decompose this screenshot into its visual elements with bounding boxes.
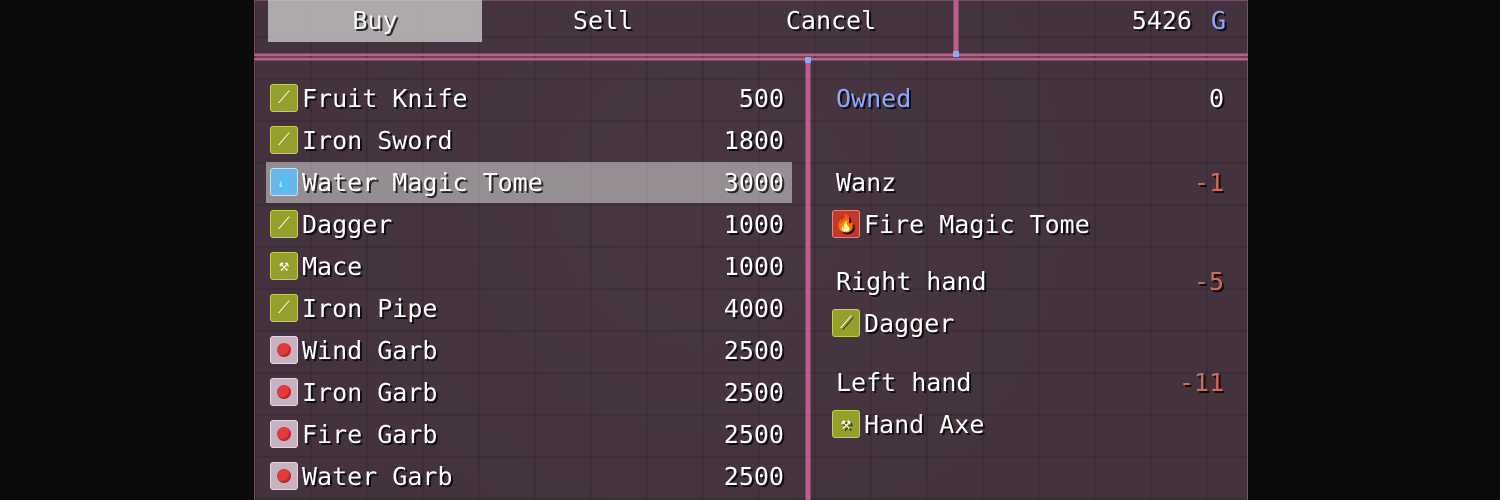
actor-item-name: Fire Magic Tome bbox=[864, 210, 1090, 239]
item-name: Water Garb bbox=[302, 462, 453, 491]
actor-line: Wanz -1 bbox=[836, 163, 1224, 203]
item-price: 4000 bbox=[723, 294, 784, 323]
item-name: Fire Garb bbox=[302, 420, 438, 449]
pipe-icon: ⟋ bbox=[270, 294, 298, 322]
item-name: Wind Garb bbox=[302, 336, 438, 365]
left-hand-item: ⚒ Hand Axe bbox=[832, 405, 984, 445]
item-price: 1000 bbox=[723, 210, 784, 239]
garb-icon bbox=[270, 378, 298, 406]
command-window: Buy Sell Cancel bbox=[254, 0, 956, 56]
shop-item-row[interactable]: ⟋ Iron Sword 1800 bbox=[266, 120, 792, 161]
item-price: 1000 bbox=[723, 252, 784, 281]
shop-item-row[interactable]: ⟋ Fruit Knife 500 bbox=[266, 78, 792, 119]
item-price: 2500 bbox=[723, 336, 784, 365]
shop-item-row-selected[interactable]: 💧 Water Magic Tome 3000 bbox=[266, 162, 792, 203]
shop-item-row[interactable]: Fire Garb 2500 bbox=[266, 414, 792, 455]
item-name: Iron Sword bbox=[302, 126, 453, 155]
window-joint-marker bbox=[805, 57, 811, 63]
item-name: Iron Pipe bbox=[302, 294, 438, 323]
item-price: 3000 bbox=[723, 168, 784, 197]
cancel-command[interactable]: Cancel bbox=[724, 0, 938, 42]
axe-icon: ⚒ bbox=[832, 410, 860, 438]
right-hand-line: Right hand -5 bbox=[836, 262, 1224, 302]
gold-amount: 5426 bbox=[1131, 6, 1192, 35]
item-price: 2500 bbox=[723, 378, 784, 407]
sword-icon: ⟋ bbox=[270, 126, 298, 154]
buy-command[interactable]: Buy bbox=[268, 0, 482, 42]
dagger-icon: ⟋ bbox=[270, 210, 298, 238]
item-name: Mace bbox=[302, 252, 363, 281]
shop-item-list: ⟋ Fruit Knife 500 ⟋ Iron Sword 1800 💧 Wa… bbox=[254, 58, 808, 500]
gold-window: 5426 G bbox=[956, 0, 1248, 56]
gold-unit: G bbox=[1210, 6, 1226, 35]
item-price: 2500 bbox=[723, 462, 784, 491]
shop-item-row[interactable]: Iron Garb 2500 bbox=[266, 372, 792, 413]
shop-item-row[interactable]: ⚒ Mace 1000 bbox=[266, 246, 792, 287]
sell-command[interactable]: Sell bbox=[496, 0, 710, 42]
right-hand-item-name: Dagger bbox=[864, 309, 955, 338]
right-hand-label: Right hand bbox=[836, 267, 987, 296]
right-hand-change: -5 bbox=[1193, 267, 1224, 296]
water-drop-icon: 💧 bbox=[270, 168, 298, 196]
knife-icon: ⟋ bbox=[270, 84, 298, 112]
mace-icon: ⚒ bbox=[270, 252, 298, 280]
left-hand-change: -11 bbox=[1178, 368, 1224, 397]
owned-line: Owned 0 bbox=[836, 79, 1224, 119]
actor-name: Wanz bbox=[836, 168, 897, 197]
left-hand-label: Left hand bbox=[836, 368, 972, 397]
item-name: Iron Garb bbox=[302, 378, 438, 407]
dagger-icon: ⟋ bbox=[832, 309, 860, 337]
left-hand-item-name: Hand Axe bbox=[864, 410, 985, 439]
item-price: 500 bbox=[738, 84, 784, 113]
status-window: Owned 0 Wanz -1 🔥 Fire Magic Tome Right h… bbox=[808, 58, 1248, 500]
left-hand-line: Left hand -11 bbox=[836, 363, 1224, 403]
right-hand-item: ⟋ Dagger bbox=[832, 304, 954, 344]
shop-item-row[interactable]: ⟋ Dagger 1000 bbox=[266, 204, 792, 245]
game-screen: Buy Sell Cancel 5426 G ⟋ Fruit Knife 500… bbox=[254, 0, 1248, 500]
item-name: Dagger bbox=[302, 210, 393, 239]
item-name: Fruit Knife bbox=[302, 84, 468, 113]
item-price: 1800 bbox=[723, 126, 784, 155]
garb-icon bbox=[270, 336, 298, 364]
owned-value: 0 bbox=[1208, 84, 1224, 113]
shop-item-row[interactable]: Wind Garb 2500 bbox=[266, 330, 792, 371]
garb-icon bbox=[270, 420, 298, 448]
actor-change: -1 bbox=[1193, 168, 1224, 197]
item-name: Water Magic Tome bbox=[302, 168, 543, 197]
shop-item-row[interactable]: ⟋ Iron Pipe 4000 bbox=[266, 288, 792, 329]
garb-icon bbox=[270, 462, 298, 490]
actor-equipped-item: 🔥 Fire Magic Tome bbox=[832, 205, 1090, 245]
window-joint-marker bbox=[953, 51, 959, 57]
fire-icon: 🔥 bbox=[832, 210, 860, 238]
owned-label: Owned bbox=[836, 84, 912, 113]
shop-item-row[interactable]: Water Garb 2500 bbox=[266, 456, 792, 497]
item-price: 2500 bbox=[723, 420, 784, 449]
